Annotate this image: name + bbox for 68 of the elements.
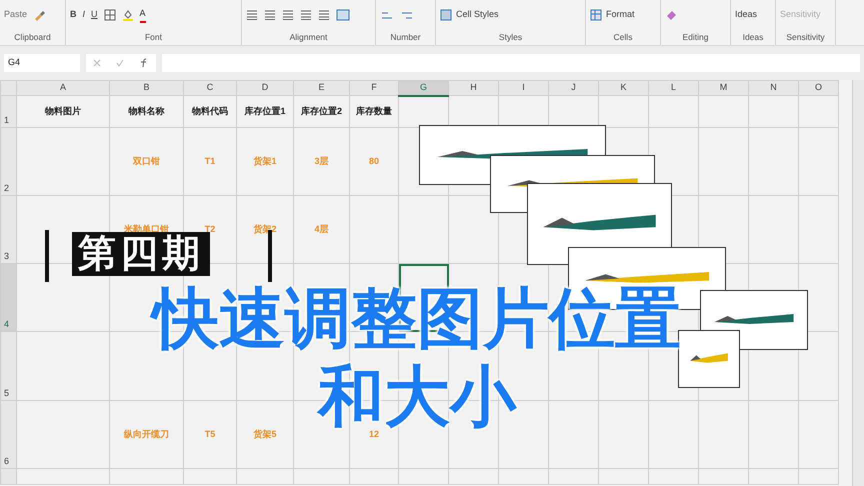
column-header[interactable]: G bbox=[398, 80, 448, 96]
name-box[interactable]: G4 bbox=[4, 54, 80, 72]
ideas-button[interactable]: Ideas bbox=[735, 8, 758, 22]
eraser-icon[interactable] bbox=[665, 9, 679, 21]
group-label: Font bbox=[144, 31, 163, 44]
column-header[interactable]: K bbox=[598, 80, 648, 96]
column-title: 物料名称 bbox=[110, 96, 184, 128]
row-header[interactable]: 1 bbox=[0, 96, 16, 128]
column-title: 物料代码 bbox=[184, 96, 236, 128]
column-header[interactable]: C bbox=[184, 80, 236, 96]
column-header[interactable]: N bbox=[748, 80, 798, 96]
table-cell: 3层 bbox=[294, 128, 350, 196]
table-cell: 双口钳 bbox=[110, 128, 184, 196]
format-button[interactable]: B bbox=[70, 8, 76, 22]
table-cell: T5 bbox=[184, 400, 236, 468]
group-label: Number bbox=[389, 31, 422, 44]
column-header[interactable]: L bbox=[648, 80, 698, 96]
column-header[interactable]: A bbox=[16, 80, 110, 96]
cell-styles-button[interactable]: Cell Styles bbox=[440, 8, 499, 22]
format-button[interactable]: I bbox=[82, 8, 86, 22]
merge-icon[interactable] bbox=[336, 9, 350, 21]
column-header[interactable]: H bbox=[448, 80, 498, 96]
align-icon[interactable] bbox=[246, 10, 258, 20]
column-title: 库存数量 bbox=[350, 96, 398, 128]
column-header[interactable]: J bbox=[548, 80, 598, 96]
table-cell: 纵向开缆刀 bbox=[110, 400, 184, 468]
group-label: Sensitivity bbox=[785, 31, 826, 44]
column-header[interactable]: F bbox=[350, 80, 398, 96]
table-cell: 80 bbox=[350, 128, 398, 196]
column-header[interactable]: M bbox=[698, 80, 748, 96]
align-icon[interactable] bbox=[264, 10, 276, 20]
borders-icon[interactable] bbox=[104, 9, 116, 21]
column-header[interactable]: O bbox=[798, 80, 838, 96]
brush-icon[interactable] bbox=[33, 9, 46, 21]
table-cell: 4层 bbox=[294, 196, 350, 264]
format-button[interactable]: U bbox=[91, 8, 98, 22]
group-label: Styles bbox=[498, 31, 524, 44]
column-header[interactable]: B bbox=[110, 80, 184, 96]
table-cell: 货架1 bbox=[236, 128, 294, 196]
styles-icon[interactable] bbox=[440, 9, 452, 21]
episode-label: 第四期 bbox=[72, 232, 210, 276]
format-button[interactable]: Format bbox=[590, 8, 635, 22]
group-label: Alignment bbox=[288, 31, 328, 44]
column-header[interactable]: E bbox=[294, 80, 350, 96]
column-header[interactable]: D bbox=[236, 80, 294, 96]
paste-button[interactable]: Paste bbox=[4, 8, 28, 22]
align-icon[interactable] bbox=[300, 10, 312, 20]
row-header[interactable]: 5 bbox=[0, 332, 16, 400]
row-header[interactable]: 4 bbox=[0, 264, 16, 332]
row-header[interactable]: 2 bbox=[0, 128, 16, 196]
group-label: Cells bbox=[612, 31, 634, 44]
column-title: 库存位置2 bbox=[294, 96, 350, 128]
font-color-button[interactable]: A bbox=[140, 7, 146, 23]
table-cell: 货架5 bbox=[236, 400, 294, 468]
group-label: Editing bbox=[682, 31, 710, 44]
fill-color-icon[interactable] bbox=[122, 9, 134, 21]
column-title: 库存位置1 bbox=[236, 96, 294, 128]
table-cell: T1 bbox=[184, 128, 236, 196]
align-icon[interactable] bbox=[282, 10, 294, 20]
row-header[interactable]: 3 bbox=[0, 196, 16, 264]
group-label: Ideas bbox=[742, 31, 764, 44]
column-header[interactable]: I bbox=[498, 80, 548, 96]
group-label: Clipboard bbox=[13, 31, 52, 44]
row-header[interactable]: 6 bbox=[0, 400, 16, 468]
align-icon[interactable] bbox=[318, 10, 330, 20]
table-icon[interactable] bbox=[590, 9, 602, 21]
column-title: 物料图片 bbox=[16, 96, 110, 128]
function-icon[interactable] bbox=[138, 58, 149, 68]
